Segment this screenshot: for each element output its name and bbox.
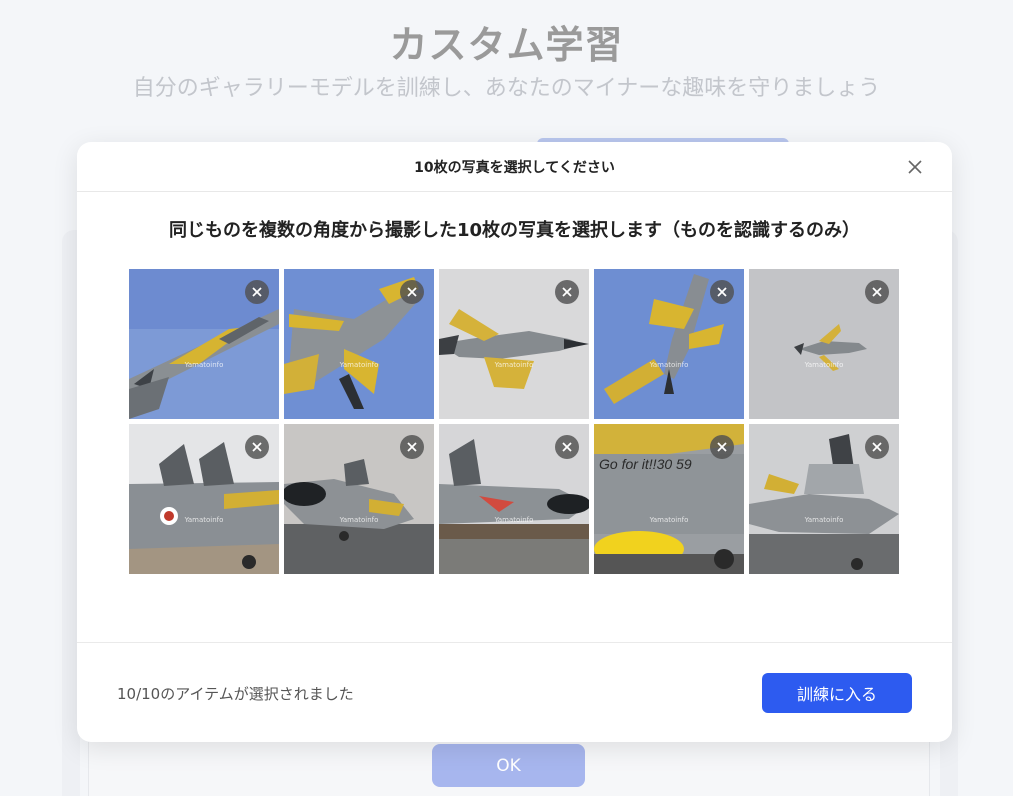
photo-thumbnail[interactable]: Yamatoinfo	[129, 424, 279, 574]
start-training-button[interactable]: 訓練に入る	[762, 673, 912, 713]
photo-thumbnail[interactable]: Go for it!!30 59 Yamatoinfo	[594, 424, 744, 574]
photo-thumbnail[interactable]: Yamatoinfo	[749, 424, 899, 574]
watermark: Yamatoinfo	[494, 516, 534, 524]
remove-photo-icon[interactable]	[245, 280, 269, 304]
photo-thumbnail[interactable]: Yamatoinfo	[284, 269, 434, 419]
photo-thumbnail[interactable]: Yamatoinfo	[129, 269, 279, 419]
photo-thumbnail[interactable]: Yamatoinfo	[439, 269, 589, 419]
modal-title: 10枚の写真を選択してください	[414, 159, 615, 176]
photo-grid: Yamatoinfo Yamatoinfo Yamatoinfo Yamatoi…	[129, 269, 899, 574]
photo-select-modal: 10枚の写真を選択してください 同じものを複数の角度から撮影した10枚の写真を選…	[77, 142, 952, 742]
watermark: Yamatoinfo	[184, 516, 224, 524]
modal-header: 10枚の写真を選択してください	[77, 142, 952, 192]
selection-count: 10/10のアイテムが選択されました	[117, 685, 354, 703]
watermark: Yamatoinfo	[339, 361, 379, 369]
remove-photo-icon[interactable]	[245, 435, 269, 459]
page-title: カスタム学習	[389, 23, 624, 67]
remove-photo-icon[interactable]	[710, 280, 734, 304]
watermark: Yamatoinfo	[184, 361, 224, 369]
watermark: Yamatoinfo	[649, 361, 689, 369]
remove-photo-icon[interactable]	[400, 280, 424, 304]
modal-footer: 10/10のアイテムが選択されました 訓練に入る	[77, 642, 952, 742]
watermark: Yamatoinfo	[494, 361, 534, 369]
remove-photo-icon[interactable]	[400, 435, 424, 459]
ok-button[interactable]: OK	[432, 744, 585, 787]
instruction-text: 同じものを複数の角度から撮影した10枚の写真を選択します（ものを認識するのみ）	[168, 220, 861, 241]
photo-thumbnail[interactable]: Yamatoinfo	[439, 424, 589, 574]
page-subtitle: 自分のギャラリーモデルを訓練し、あなたのマイナーな趣味を守りましょう	[132, 76, 881, 101]
remove-photo-icon[interactable]	[865, 280, 889, 304]
watermark: Yamatoinfo	[649, 516, 689, 524]
remove-photo-icon[interactable]	[865, 435, 889, 459]
remove-photo-icon[interactable]	[710, 435, 734, 459]
watermark: Yamatoinfo	[804, 361, 844, 369]
close-icon[interactable]	[904, 156, 926, 178]
remove-photo-icon[interactable]	[555, 280, 579, 304]
watermark: Yamatoinfo	[339, 516, 379, 524]
photo-thumbnail[interactable]: Yamatoinfo	[594, 269, 744, 419]
remove-photo-icon[interactable]	[555, 435, 579, 459]
watermark: Yamatoinfo	[804, 516, 844, 524]
photo-thumbnail[interactable]: Yamatoinfo	[284, 424, 434, 574]
aircraft-text: Go for it!!30 59	[599, 456, 692, 472]
photo-thumbnail[interactable]: Yamatoinfo	[749, 269, 899, 419]
